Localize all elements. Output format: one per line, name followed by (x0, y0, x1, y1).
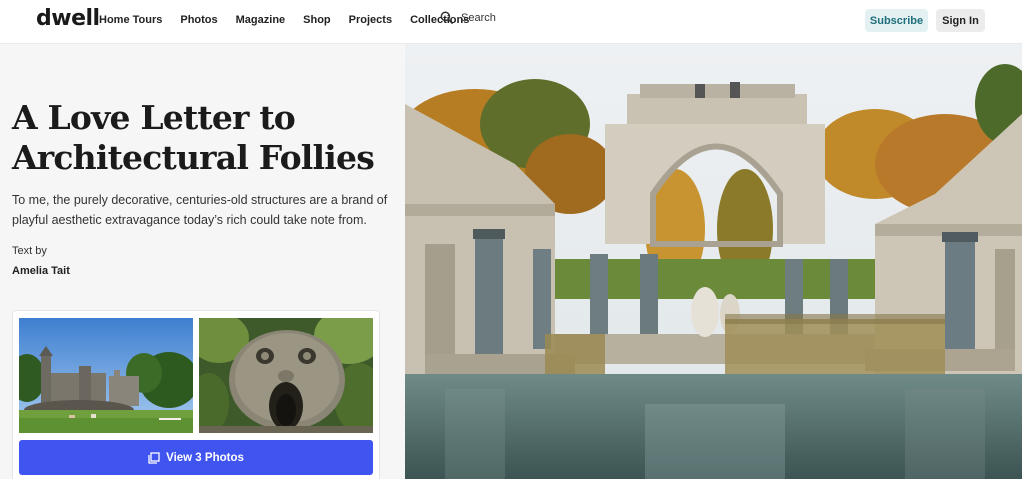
gallery-thumbnail-monster-face[interactable] (199, 318, 373, 433)
roman-ruin-folly-image (405, 44, 1022, 479)
article-intro: A Love Letter to Architectural Follies T… (0, 44, 405, 479)
search-button[interactable]: Search (440, 11, 496, 24)
author-name[interactable]: Amelia Tait (12, 265, 70, 277)
hero-image (405, 44, 1022, 479)
photo-gallery-card: View 3 Photos (12, 310, 380, 479)
gallery-thumbnail-castle[interactable] (19, 318, 193, 433)
search-label: Search (461, 11, 496, 24)
nav-magazine[interactable]: Magazine (236, 14, 286, 26)
article-title: A Love Letter to Architectural Follies (12, 98, 375, 177)
view-photos-button[interactable]: View 3 Photos (19, 440, 373, 475)
view-photos-label: View 3 Photos (166, 451, 244, 464)
photos-icon (148, 451, 160, 464)
nav-home-tours[interactable]: Home Tours (99, 14, 162, 26)
nav-photos[interactable]: Photos (180, 14, 217, 26)
nav-projects[interactable]: Projects (349, 14, 392, 26)
sign-in-button[interactable]: Sign In (936, 9, 985, 32)
site-header: dwell Home Tours Photos Magazine Shop Pr… (0, 0, 1022, 44)
nav-shop[interactable]: Shop (303, 14, 331, 26)
search-icon (440, 11, 453, 24)
byline-label: Text by (12, 245, 47, 257)
main-nav: Home Tours Photos Magazine Shop Projects… (99, 14, 487, 26)
stone-face-image (199, 318, 373, 433)
subscribe-button[interactable]: Subscribe (865, 9, 928, 32)
dwell-logo[interactable]: dwell (36, 6, 100, 31)
castle-image (19, 318, 193, 433)
article-dek: To me, the purely decorative, centuries-… (12, 193, 388, 227)
